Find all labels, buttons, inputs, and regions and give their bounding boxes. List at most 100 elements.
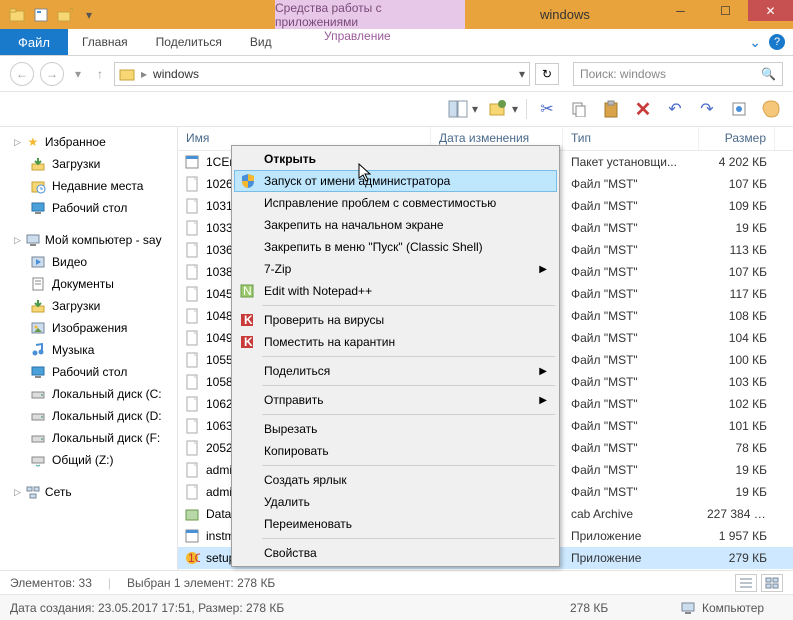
table-row[interactable]: Setup28.09.2016 10:11Параметры конф...3 …	[178, 569, 793, 570]
refresh-button[interactable]: ↻	[535, 63, 559, 85]
exe-icon	[184, 528, 200, 544]
sidebar-item-label: Локальный диск (D:	[52, 409, 162, 423]
sidebar-item[interactable]: Загрузки	[0, 295, 177, 317]
menu-item[interactable]: Исправление проблем с совместимостью	[234, 192, 557, 214]
undo-icon[interactable]: ↶	[663, 97, 687, 121]
file-type: Приложение	[563, 529, 699, 543]
sidebar-item[interactable]: Локальный диск (F:	[0, 427, 177, 449]
breadcrumb-sep[interactable]: ▸	[141, 67, 147, 81]
redo-icon[interactable]: ↷	[695, 97, 719, 121]
search-icon: 🔍	[761, 67, 776, 81]
menu-item[interactable]: KПроверить на вирусы	[234, 309, 557, 331]
file-size: 102 КБ	[699, 397, 775, 411]
search-placeholder: Поиск: windows	[580, 67, 666, 81]
layout-icon[interactable]	[446, 97, 470, 121]
sidebar-item[interactable]: Локальный диск (C:	[0, 383, 177, 405]
menu-item[interactable]: Переименовать	[234, 513, 557, 535]
recent-locations-icon[interactable]: ▾	[70, 66, 86, 82]
docs-icon	[30, 276, 46, 292]
sidebar-item[interactable]: Музыка	[0, 339, 177, 361]
file-tab[interactable]: Файл	[0, 29, 68, 55]
sidebar-item[interactable]: Документы	[0, 273, 177, 295]
sidebar-item[interactable]: Локальный диск (D:	[0, 405, 177, 427]
help-icon[interactable]: ?	[769, 34, 785, 50]
menu-item[interactable]: KПоместить на карантин	[234, 331, 557, 353]
sidebar-computer[interactable]: ▷ Мой компьютер - say	[0, 229, 177, 251]
ribbon-expand-icon[interactable]: ⌄	[749, 34, 761, 51]
menu-item[interactable]: Запуск от имени администратора	[234, 170, 557, 192]
layout-dropdown-icon[interactable]: ▾	[472, 102, 478, 116]
tab-share[interactable]: Поделиться	[142, 29, 236, 55]
organize-dropdown-icon[interactable]: ▾	[512, 102, 518, 116]
search-input[interactable]: Поиск: windows 🔍	[573, 62, 783, 86]
sidebar-item-label: Локальный диск (F:	[52, 431, 160, 445]
tab-view[interactable]: Вид	[236, 29, 286, 55]
forward-button[interactable]: →	[40, 62, 64, 86]
menu-item[interactable]: Копировать	[234, 440, 557, 462]
menu-item-label: Edit with Notepad++	[264, 284, 372, 298]
sidebar-item[interactable]: Недавние места	[0, 175, 177, 197]
up-button[interactable]: ↑	[92, 66, 108, 82]
menu-item-label: Удалить	[264, 495, 310, 509]
breadcrumb-dropdown-icon[interactable]: ▾	[519, 67, 525, 81]
exe-icon	[184, 154, 200, 170]
sidebar-item[interactable]: Загрузки	[0, 153, 177, 175]
qat-dropdown-icon[interactable]: ▾	[78, 4, 100, 26]
icons-view-button[interactable]	[761, 574, 783, 592]
properties-icon[interactable]	[727, 97, 751, 121]
menu-item[interactable]: Отправить▶	[234, 389, 557, 411]
kav-icon: K	[238, 333, 256, 351]
file-size: 19 КБ	[699, 485, 775, 499]
drive-icon	[30, 386, 46, 402]
tab-home[interactable]: Главная	[68, 29, 142, 55]
menu-item[interactable]: Создать ярлык	[234, 469, 557, 491]
ribbon-context-title: Средства работы с приложениями	[275, 0, 465, 29]
menu-item[interactable]: Поделиться▶	[234, 360, 557, 382]
svg-text:K: K	[244, 313, 253, 327]
menu-item[interactable]: Открыть	[234, 148, 557, 170]
sidebar-item[interactable]: Изображения	[0, 317, 177, 339]
sidebar-item[interactable]: Общий (Z:)	[0, 449, 177, 471]
menu-item[interactable]: Закрепить в меню "Пуск" (Classic Shell)	[234, 236, 557, 258]
sidebar-item-label: Изображения	[52, 321, 127, 335]
menu-item[interactable]: NEdit with Notepad++	[234, 280, 557, 302]
sidebar-item[interactable]: Видео	[0, 251, 177, 273]
sidebar-item[interactable]: Рабочий стол	[0, 361, 177, 383]
sidebar-network[interactable]: ▷ Сеть	[0, 481, 177, 503]
file-type: Файл "MST"	[563, 331, 699, 345]
address-bar[interactable]: ▸ windows ▾	[114, 62, 530, 86]
close-button[interactable]: ✕	[748, 0, 793, 21]
context-menu: ОткрытьЗапуск от имени администратораИсп…	[231, 145, 560, 567]
download-icon	[30, 298, 46, 314]
copy-icon[interactable]	[567, 97, 591, 121]
maximize-button[interactable]: ☐	[703, 0, 748, 21]
menu-item[interactable]: Закрепить на начальном экране	[234, 214, 557, 236]
back-button[interactable]: ←	[10, 62, 34, 86]
download-icon	[30, 156, 46, 172]
file-size: 279 КБ	[699, 551, 775, 565]
file-icon	[184, 198, 200, 214]
new-folder-icon[interactable]: ✦	[54, 4, 76, 26]
file-size: 227 384 КБ	[699, 507, 775, 521]
minimize-button[interactable]: ─	[658, 0, 703, 21]
file-icon	[184, 308, 200, 324]
column-size[interactable]: Размер	[699, 127, 775, 150]
menu-item[interactable]: Свойства	[234, 542, 557, 564]
tab-manage[interactable]: Управление	[310, 29, 405, 43]
delete-icon[interactable]: ✕	[631, 97, 655, 121]
paste-icon[interactable]	[599, 97, 623, 121]
menu-separator	[262, 356, 555, 357]
breadcrumb[interactable]: windows	[153, 67, 199, 81]
cut-icon[interactable]: ✂	[535, 97, 559, 121]
menu-item[interactable]: 7-Zip▶	[234, 258, 557, 280]
organize-icon[interactable]	[486, 97, 510, 121]
sidebar-item-label: Видео	[52, 255, 87, 269]
sidebar-favorites[interactable]: ▷ ★ Избранное	[0, 131, 177, 153]
properties-icon[interactable]	[30, 4, 52, 26]
details-view-button[interactable]	[735, 574, 757, 592]
sidebar-item[interactable]: Рабочий стол	[0, 197, 177, 219]
shell-icon[interactable]	[759, 97, 783, 121]
menu-item[interactable]: Удалить	[234, 491, 557, 513]
column-type[interactable]: Тип	[563, 127, 699, 150]
menu-item[interactable]: Вырезать	[234, 418, 557, 440]
